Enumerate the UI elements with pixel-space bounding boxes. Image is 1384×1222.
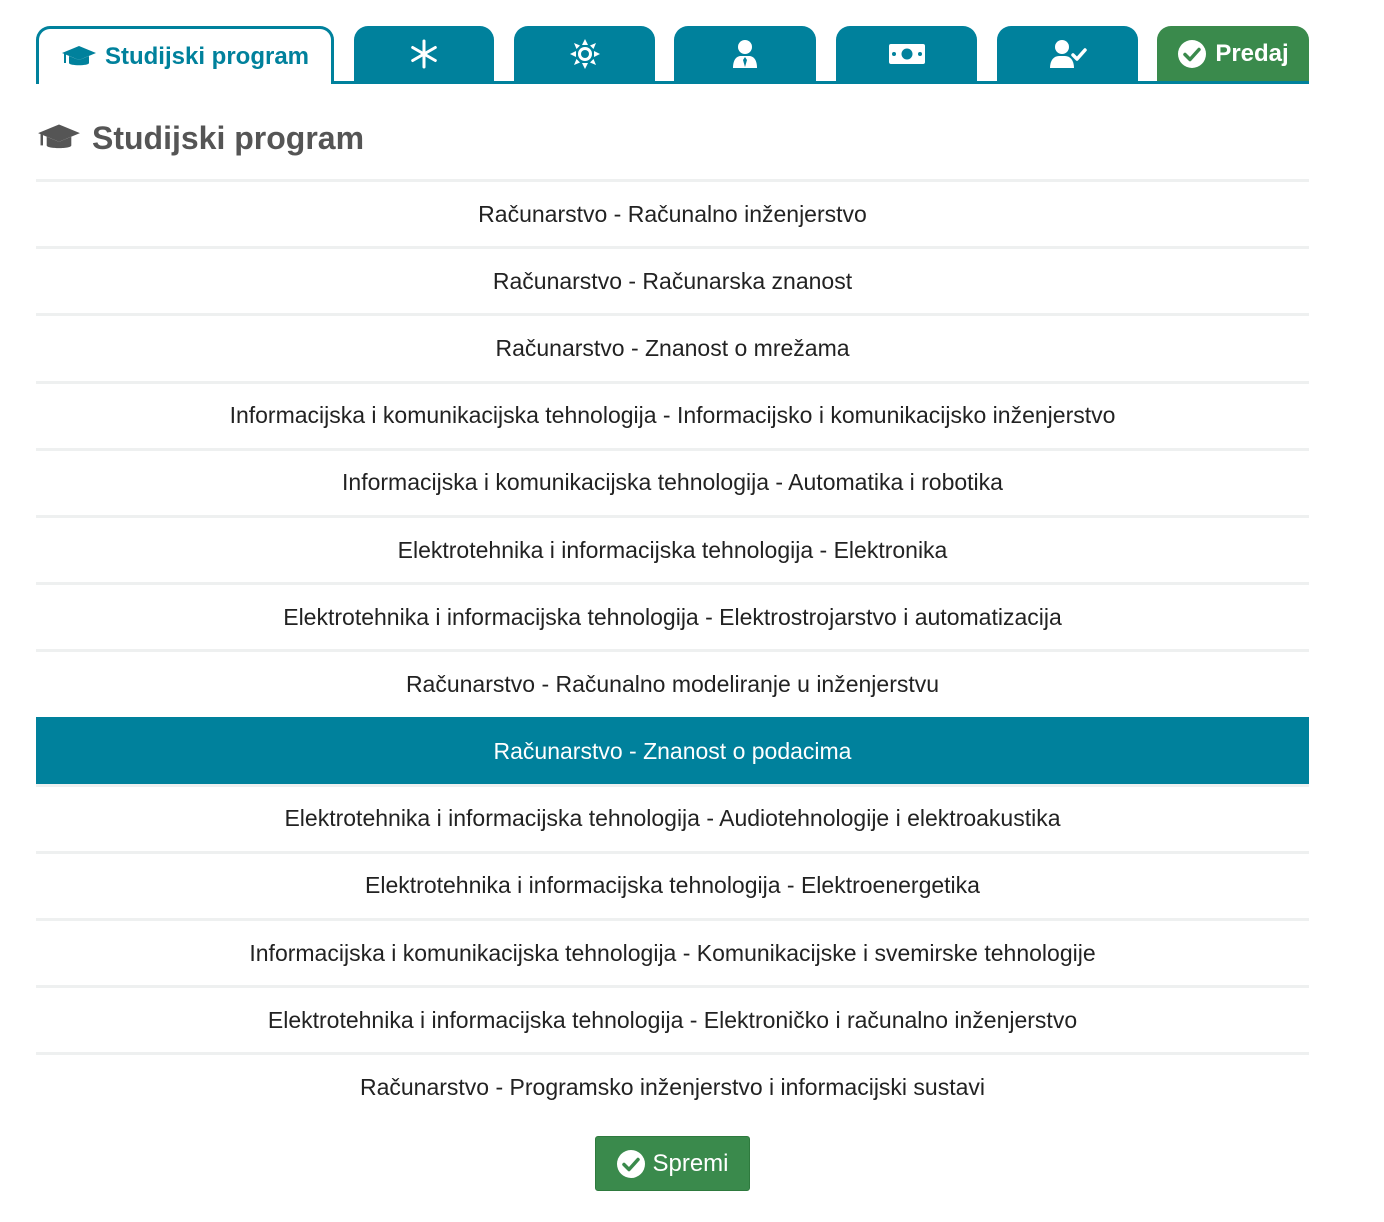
graduation-cap-icon: [61, 45, 96, 65]
program-option[interactable]: Elektrotehnika i informacijska tehnologi…: [36, 582, 1309, 649]
save-button[interactable]: Spremi: [595, 1136, 750, 1191]
program-option[interactable]: Informacijska i komunikacijska tehnologi…: [36, 447, 1309, 515]
program-option[interactable]: Računarstvo - Računarska znanost: [36, 246, 1309, 313]
program-option-selected[interactable]: Računarstvo - Znanost o podacima: [36, 716, 1309, 784]
program-option[interactable]: Računarstvo - Računalno modeliranje u in…: [36, 649, 1309, 716]
tab-bar: Studijski program Predaj: [36, 26, 1309, 84]
save-button-label: Spremi: [652, 1149, 729, 1177]
program-option[interactable]: Elektrotehnika i informacijska tehnologi…: [36, 514, 1309, 582]
sun-icon: [569, 38, 600, 69]
program-list: Računarstvo - Računalno inženjerstvo Rač…: [36, 179, 1309, 1120]
tab-payment[interactable]: [836, 26, 977, 81]
program-option[interactable]: Informacijska i komunikacijska tehnologi…: [36, 380, 1309, 448]
program-option[interactable]: Elektrotehnika i informacijska tehnologi…: [36, 783, 1309, 851]
program-option[interactable]: Računarstvo - Računalno inženjerstvo: [36, 179, 1309, 246]
page-title: Studijski program: [36, 116, 364, 160]
tab-summer[interactable]: [514, 26, 655, 81]
money-bill-icon: [888, 43, 925, 64]
user-check-icon: [1049, 39, 1087, 68]
tab-study-program[interactable]: Studijski program: [36, 26, 334, 84]
tab-submit-label: Predaj: [1215, 39, 1289, 67]
check-circle-icon: [1178, 39, 1207, 68]
program-option[interactable]: Računarstvo - Programsko inženjerstvo i …: [36, 1052, 1309, 1119]
program-option[interactable]: Elektrotehnika i informacijska tehnologi…: [36, 985, 1309, 1052]
tab-submit[interactable]: Predaj: [1157, 26, 1309, 81]
snowflake-icon: [411, 39, 437, 68]
page-title-text: Studijski program: [92, 119, 365, 156]
check-circle-icon: [617, 1149, 646, 1178]
graduation-cap-icon: [38, 124, 80, 149]
program-option[interactable]: Elektrotehnika i informacijska tehnologi…: [36, 850, 1309, 918]
tab-confirmation[interactable]: [997, 26, 1138, 81]
program-option[interactable]: Računarstvo - Znanost o mrežama: [36, 313, 1309, 380]
program-option[interactable]: Informacijska i komunikacijska tehnologi…: [36, 918, 1309, 985]
user-tie-icon: [733, 39, 757, 68]
tab-study-program-label: Studijski program: [104, 42, 310, 70]
tab-personal[interactable]: [674, 26, 816, 81]
tab-winter[interactable]: [354, 26, 494, 81]
